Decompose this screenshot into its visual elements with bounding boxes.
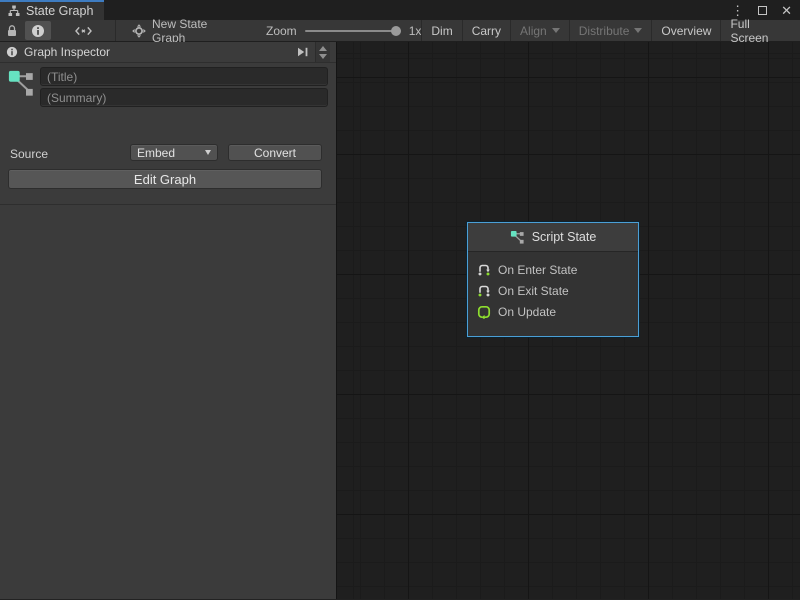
graph-inspector-body: Source Embed Convert Edit Graph — [0, 63, 336, 599]
lock-icon — [6, 24, 18, 38]
inspector-toggle-button[interactable] — [25, 21, 51, 40]
source-dropdown-value: Embed — [137, 146, 175, 160]
graph-inspector-header: Graph Inspector — [0, 42, 336, 63]
full-screen-button[interactable]: Full Screen — [720, 20, 800, 41]
panel-divider — [0, 204, 336, 205]
panel-scrub-control[interactable] — [315, 42, 330, 62]
align-label: Align — [520, 24, 547, 38]
chevron-down-icon — [634, 28, 642, 33]
chevron-down-icon — [319, 54, 327, 59]
toolbar-separator — [115, 20, 116, 41]
node-event-label: On Enter State — [498, 263, 577, 277]
node-event-on-exit-state[interactable]: On Exit State — [477, 280, 638, 301]
align-button[interactable]: Align — [510, 20, 569, 41]
maximize-icon[interactable] — [758, 6, 767, 15]
zoom-value: 1x — [409, 24, 422, 38]
graph-inspector-panel: Graph Inspector — [0, 42, 336, 599]
info-icon — [31, 24, 45, 38]
graph-toolbar: New State Graph Zoom 1x Dim Carry Align … — [0, 20, 800, 42]
distribute-button[interactable]: Distribute — [569, 20, 652, 41]
new-state-graph-label: New State Graph — [152, 17, 244, 45]
zoom-slider[interactable] — [305, 20, 401, 41]
full-screen-label: Full Screen — [730, 17, 791, 45]
new-state-graph-button[interactable]: New State Graph — [124, 20, 252, 41]
zoom-label: Zoom — [266, 24, 297, 38]
distribute-label: Distribute — [579, 24, 630, 38]
kebab-menu-icon[interactable]: ⋮ — [731, 4, 744, 17]
state-mini-icon — [510, 230, 525, 245]
script-state-node-header[interactable]: Script State — [468, 223, 638, 252]
code-view-button[interactable] — [52, 20, 115, 41]
lock-button[interactable] — [0, 20, 24, 41]
close-icon[interactable]: ✕ — [781, 4, 792, 17]
toolbar-right-group: Dim Carry Align Distribute Overview Full… — [421, 20, 800, 41]
chevron-up-icon — [319, 46, 327, 51]
chevron-down-icon — [552, 28, 560, 33]
edit-graph-label: Edit Graph — [134, 172, 196, 187]
node-event-label: On Update — [498, 305, 556, 319]
node-event-on-enter-state[interactable]: On Enter State — [477, 259, 638, 280]
graph-compass-icon — [132, 24, 146, 38]
overview-label: Overview — [661, 24, 711, 38]
node-event-on-update[interactable]: On Update — [477, 301, 638, 322]
zoom-control: Zoom 1x — [252, 20, 421, 41]
carry-label: Carry — [472, 24, 501, 38]
dock-right-icon — [297, 47, 309, 57]
script-state-node-events: On Enter State On Exit State — [468, 252, 638, 322]
tab-state-graph[interactable]: State Graph — [0, 0, 104, 20]
convert-button[interactable]: Convert — [228, 144, 322, 161]
code-brackets-icon — [74, 24, 93, 38]
graph-inspector-title: Graph Inspector — [24, 45, 110, 59]
edit-graph-button[interactable]: Edit Graph — [8, 169, 322, 189]
carry-button[interactable]: Carry — [462, 20, 510, 41]
state-graph-tab-icon — [8, 5, 20, 17]
overview-button[interactable]: Overview — [651, 20, 720, 41]
script-state-node-title: Script State — [532, 230, 597, 244]
node-event-label: On Exit State — [498, 284, 569, 298]
dock-panel-button[interactable] — [291, 42, 315, 62]
dim-button[interactable]: Dim — [421, 20, 461, 41]
zoom-slider-knob[interactable] — [391, 26, 401, 36]
on-exit-state-icon — [477, 284, 491, 298]
source-label: Source — [10, 147, 48, 161]
dim-label: Dim — [431, 24, 452, 38]
script-state-node[interactable]: Script State On Enter State — [467, 222, 639, 337]
on-enter-state-icon — [477, 263, 491, 277]
state-graph-window: State Graph ⋮ ✕ — [0, 0, 800, 600]
tab-label: State Graph — [26, 4, 93, 18]
zoom-slider-track — [305, 30, 401, 32]
graph-canvas[interactable]: Script State On Enter State — [336, 42, 800, 599]
graph-summary-input[interactable] — [40, 88, 328, 107]
graph-title-input[interactable] — [40, 67, 328, 86]
source-dropdown[interactable]: Embed — [130, 144, 218, 161]
info-icon — [6, 46, 18, 58]
state-graph-type-icon — [8, 68, 35, 99]
chevron-down-icon — [205, 150, 211, 155]
convert-label: Convert — [254, 146, 296, 160]
on-update-icon — [477, 305, 491, 319]
title-bar: State Graph ⋮ ✕ — [0, 0, 800, 20]
